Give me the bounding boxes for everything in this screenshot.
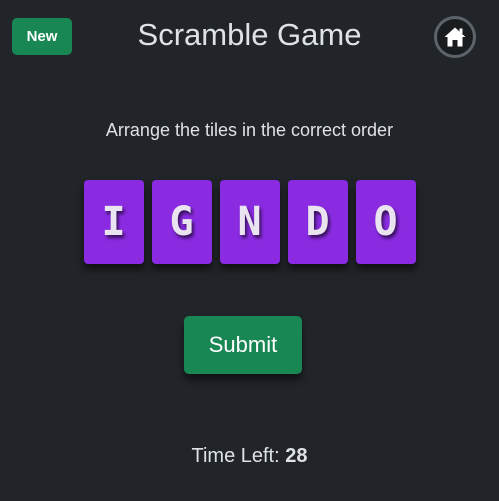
tile-row: I G N D O bbox=[0, 180, 499, 264]
timer-label: Time Left: bbox=[191, 445, 280, 467]
letter-tile[interactable]: G bbox=[151, 180, 212, 264]
letter-tile[interactable]: N bbox=[219, 180, 280, 264]
home-icon bbox=[444, 27, 466, 47]
letter-tile[interactable]: I bbox=[83, 180, 144, 264]
page-title: Scramble Game bbox=[137, 17, 362, 52]
letter-tile[interactable]: O bbox=[355, 180, 416, 264]
timer: Time Left: 28 bbox=[0, 442, 499, 470]
letter-tile[interactable]: D bbox=[287, 180, 348, 264]
home-button[interactable] bbox=[434, 16, 476, 58]
submit-button[interactable]: Submit bbox=[184, 316, 302, 374]
timer-value: 28 bbox=[285, 445, 308, 467]
instructions-text: Arrange the tiles in the correct order bbox=[105, 120, 394, 140]
